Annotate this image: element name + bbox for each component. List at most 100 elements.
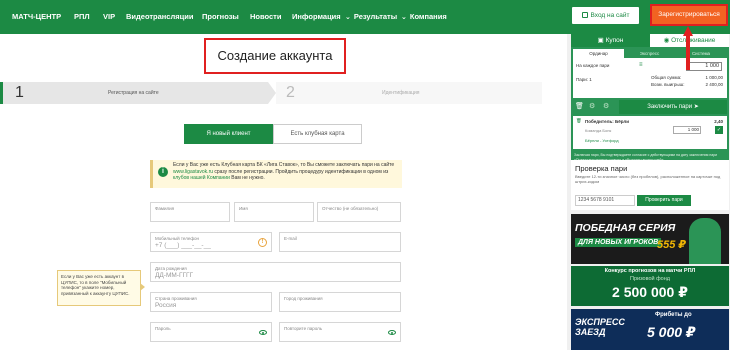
check-title: Проверка пари [575, 164, 628, 173]
check-bet-button[interactable]: Проверить пари [637, 195, 691, 206]
gear-icon[interactable]: ⚙ [589, 102, 595, 110]
password-repeat-field[interactable]: Повторите пароль [279, 322, 401, 342]
dob-value: ДД-ММ-ГГГГ [155, 272, 194, 279]
nav-results[interactable]: ⌄ Результаты [345, 0, 397, 34]
banner1-amount: 555 ₽ [657, 239, 687, 251]
country-label: Страна проживания [155, 296, 197, 301]
login-label: Вход на сайт [590, 12, 630, 19]
total-value: 1 000,00 [705, 75, 723, 80]
info-box: i Если у Вас уже есть Клубная карта БК «… [150, 160, 402, 188]
bets-count: Пари: 1 [576, 77, 592, 82]
coupon-summary: На каждое пари ≡ 1 000 Пари: 1 Общая сум… [573, 58, 727, 98]
trash-icon[interactable]: 🗑 [575, 102, 584, 110]
banner1-subtitle: ДЛЯ НОВЫХ ИГРОКОВ [575, 238, 662, 247]
tab-express[interactable]: Экспресс [624, 49, 675, 58]
firstname-label: Имя [239, 206, 248, 211]
city-field[interactable]: Город проживания [279, 292, 401, 312]
tab-club-card[interactable]: Есть клубная карта [273, 124, 362, 144]
selection-match[interactable]: Бёрнли - Уотфорд [585, 138, 619, 143]
ticket-icon: ▣ [597, 37, 606, 44]
nav-video[interactable]: Видеотрансляции [126, 0, 193, 34]
info-icon: i [158, 167, 168, 177]
nav-match-center[interactable]: МАТЧ-ЦЕНТР [12, 0, 61, 34]
top-navigation: МАТЧ-ЦЕНТР РПЛ VIP Видеотрансляции Прогн… [0, 0, 730, 34]
lastname-label: Фамилия [155, 206, 175, 211]
check-input[interactable]: 1234 5678 9101 [575, 195, 635, 206]
page-title: Создание аккаунта [204, 38, 346, 74]
step-1-label: Регистрация на сайте [108, 90, 159, 96]
phone-hint: Если у Вас уже есть аккаунт в ЦУПИС, то … [57, 270, 145, 306]
nav-predictions[interactable]: Прогнозы [202, 0, 239, 34]
step-1-number: 1 [15, 84, 24, 101]
total-label: Общая сумма: [651, 75, 682, 80]
banner-win-streak[interactable]: ПОБЕДНАЯ СЕРИЯ ДЛЯ НОВЫХ ИГРОКОВ 555 ₽ [571, 214, 729, 264]
per-bet-label: На каждое пари [576, 63, 610, 68]
coupon-type-tabs: Ординар Экспресс Система [573, 49, 727, 58]
email-field[interactable]: E-mail [279, 232, 401, 252]
check-bet-block: Проверка пари Введите 12-ти значное числ… [571, 160, 729, 210]
nav-results-label: Результаты [353, 12, 398, 21]
country-select[interactable]: Страна проживания Россия [150, 292, 272, 312]
eye-icon[interactable] [259, 330, 267, 335]
banner-rpl-contest[interactable]: Конкурс прогнозов на матчи РПЛ Призовой … [571, 266, 729, 306]
tab-single[interactable]: Ординар [573, 49, 624, 58]
step-1: 1 Регистрация на сайте [0, 82, 268, 104]
banner2-subtitle: Призовой фонд [630, 276, 670, 282]
dob-label: Дата рождения [155, 266, 187, 271]
tab-coupon[interactable]: ▣ Купон [571, 34, 650, 47]
step-2-label: Идентификация [382, 90, 420, 96]
annotation-arrow [683, 26, 693, 70]
user-icon [581, 12, 588, 18]
step-2: 2 Идентификация [276, 82, 542, 104]
nav-company[interactable]: ⌄ Компания [401, 0, 447, 34]
phone-label: Мобильный телефон [155, 236, 200, 241]
password-label: Пароль [155, 326, 171, 331]
trash-icon[interactable]: 🗑 [576, 118, 582, 124]
email-label: E-mail [284, 236, 297, 241]
check-icon[interactable]: ✓ [715, 126, 723, 134]
step-arrow [268, 82, 276, 104]
info-text-1: Если у Вас уже есть Клубная карта БК «Ли… [173, 162, 395, 168]
banner3-subtitle: Фрибеты до [655, 312, 692, 318]
tab-coupon-label: Купон [605, 37, 624, 44]
clubs-link[interactable]: клубов нашей Компании [173, 175, 230, 181]
banner2-amount: 2 500 000 ₽ [612, 284, 688, 300]
conclude-label: Заключить пари [647, 104, 693, 110]
password-field[interactable]: Пароль [150, 322, 272, 342]
step-2-number: 2 [286, 84, 295, 101]
conclude-bet-button[interactable]: Заключить пари ➤ [619, 100, 727, 114]
register-button[interactable]: Зарегистрироваться [650, 4, 728, 26]
registration-steps: 1 Регистрация на сайте 2 Идентификация [0, 82, 567, 104]
nav-company-label: Компания [409, 12, 447, 21]
banner-express[interactable]: ЭКСПРЕСС ЗАЕЗД Фрибеты до 5 000 ₽ [571, 309, 729, 350]
nav-info[interactable]: Информация [292, 0, 341, 34]
chevron-down-icon: ⌄ [401, 14, 407, 21]
warning-icon: ! [258, 238, 267, 247]
patronymic-field[interactable]: Отчество (не обязательно) [317, 202, 401, 222]
login-button[interactable]: Вход на сайт [572, 7, 639, 24]
check-subtitle: Введите 12-ти значное число (без пробело… [575, 174, 721, 184]
client-tabs: Я новый клиент Есть клубная карта [184, 124, 362, 144]
stake-icon[interactable]: ≡ [639, 62, 643, 68]
country-value: Россия [155, 302, 177, 309]
settings-icon[interactable]: ⚙ [603, 102, 609, 110]
selection-stake[interactable]: 1 000 [673, 126, 701, 134]
dob-field[interactable]: Дата рождения ДД-ММ-ГГГГ [150, 262, 401, 282]
banner1-title: ПОБЕДНАЯ СЕРИЯ [575, 222, 676, 234]
nav-news[interactable]: Новости [250, 0, 281, 34]
city-label: Город проживания [284, 296, 323, 301]
main-content: Создание аккаунта 1 Регистрация на сайте… [0, 34, 567, 350]
eye-icon[interactable] [388, 330, 396, 335]
nav-rpl[interactable]: РПЛ [74, 0, 90, 34]
phone-field[interactable]: Мобильный телефон +7 (___) ___-__-__ ! [150, 232, 272, 252]
lastname-field[interactable]: Фамилия [150, 202, 230, 222]
bet-selection: 🗑 Победитель: Бёрли 2,40 Команда Бонк 1 … [573, 116, 727, 149]
nav-vip[interactable]: VIP [103, 0, 115, 34]
site-link[interactable]: www.ligastavok.ru [173, 169, 213, 175]
firstname-field[interactable]: Имя [234, 202, 314, 222]
phone-value: +7 (___) ___-__-__ [155, 242, 211, 249]
coupon-tabs: ▣ Купон ◉ Отслеживание [571, 34, 729, 47]
tab-new-client[interactable]: Я новый клиент [184, 124, 273, 144]
banner3-amount: 5 000 ₽ [647, 324, 696, 340]
password-repeat-label: Повторите пароль [284, 326, 323, 331]
